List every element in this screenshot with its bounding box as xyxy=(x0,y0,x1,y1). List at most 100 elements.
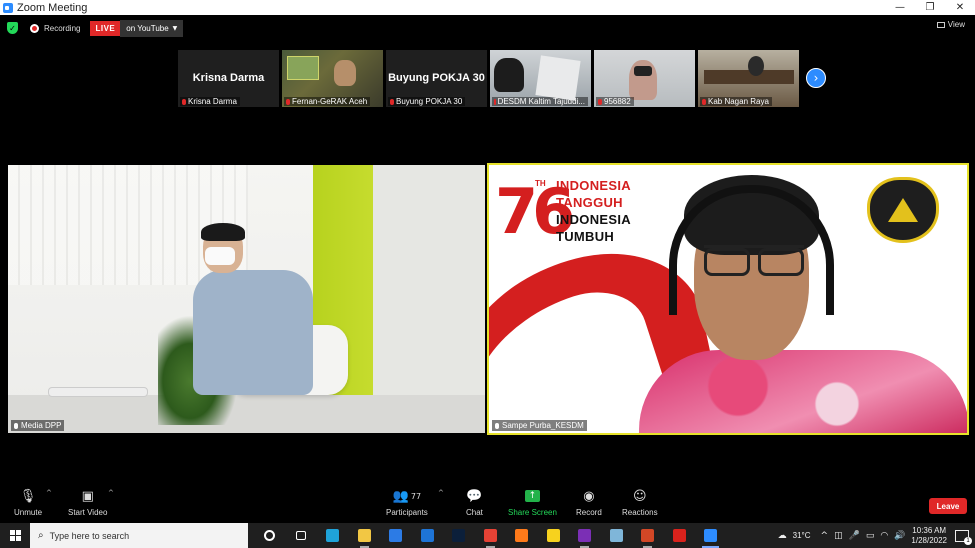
notification-center-icon[interactable]: 1 xyxy=(955,529,972,545)
slogan-line-3: INDONESIA xyxy=(556,212,631,227)
participant-name: 956882 xyxy=(604,97,631,106)
volume-icon[interactable]: 🔊 xyxy=(894,531,905,541)
share-screen-button[interactable]: ↑ Share Screen xyxy=(508,487,557,517)
powerpoint-taskbar-button[interactable] xyxy=(632,523,664,548)
participant-thumbnail[interactable]: DESDM Kaltim Tajuddi... xyxy=(490,50,591,107)
close-button[interactable]: ✕ xyxy=(945,0,975,15)
participants-icon: 👥 77 xyxy=(392,488,422,504)
leave-button[interactable]: Leave xyxy=(929,498,967,514)
file-explorer-icon xyxy=(357,529,371,542)
system-tray: ☁ 31°C ^ ◫ 🎤 ▭ ◠ 🔊 10:36 AM 1/28/2022 1 xyxy=(778,523,975,548)
next-page-arrow-icon[interactable]: › xyxy=(806,68,826,88)
temperature[interactable]: 31°C xyxy=(793,531,811,540)
sticky-notes-icon xyxy=(546,529,560,542)
glasses xyxy=(704,245,804,276)
youtube-stream-dropdown[interactable]: on YouTube ▼ xyxy=(120,19,184,37)
ministry-emblem-icon xyxy=(867,177,939,243)
sticky-notes-taskbar-button[interactable] xyxy=(538,523,570,548)
video-tile-media-dpp[interactable]: Media DPP xyxy=(8,165,485,433)
view-button[interactable]: View xyxy=(936,20,965,29)
edge-icon xyxy=(326,529,340,542)
video-tile-active-speaker[interactable]: 76 TH INDONESIA TANGGUH INDONESIA TUMBUH… xyxy=(487,163,969,435)
battery-icon[interactable]: ▭ xyxy=(866,531,875,541)
wifi-icon[interactable]: ◠ xyxy=(880,531,888,541)
taskbar-search-box[interactable]: ⌕ Type here to search xyxy=(30,523,248,548)
muted-mic-icon xyxy=(495,422,499,429)
meeting-toolbar: 🎙 Unmute ^ ▣ Start Video ^ 👥 77 Participa… xyxy=(0,487,975,523)
slogan-line-2: TANGGUH xyxy=(556,195,623,210)
youtube-label: on YouTube xyxy=(126,23,169,33)
reactions-button[interactable]: ☺ Reactions xyxy=(622,487,658,518)
video-off-icon: ▣ xyxy=(81,488,94,504)
audio-options-caret-icon[interactable]: ^ xyxy=(46,489,52,497)
participants-label: Participants xyxy=(386,508,428,517)
cortana-taskbar-button[interactable] xyxy=(254,523,286,548)
muted-microphone-icon: 🎙 xyxy=(19,488,37,504)
store-taskbar-button[interactable] xyxy=(380,523,412,548)
microphone-icon[interactable]: 🎤 xyxy=(849,531,860,541)
chat-button[interactable]: 💬 Chat xyxy=(466,487,483,518)
participants-count: 77 xyxy=(410,491,422,501)
participant-label: Krisna Darma xyxy=(180,97,240,106)
acrobat-taskbar-button[interactable] xyxy=(664,523,696,548)
participant-thumbnail[interactable]: Kab Nagan Raya xyxy=(698,50,799,107)
participants-button[interactable]: 👥 77 Participants xyxy=(386,487,428,518)
edge-taskbar-button[interactable] xyxy=(317,523,349,548)
participant-name: Krisna Darma xyxy=(188,97,237,106)
file-explorer-taskbar-button[interactable] xyxy=(349,523,381,548)
onenote-icon xyxy=(578,529,592,542)
photoshop-taskbar-button[interactable] xyxy=(443,523,475,548)
video-person-hair xyxy=(201,223,245,241)
participant-thumbnail[interactable]: Fernan-GeRAK Aceh xyxy=(282,50,383,107)
video-floor xyxy=(8,395,485,433)
unmute-button[interactable]: 🎙 Unmute xyxy=(14,487,43,518)
zoom-icon xyxy=(704,529,718,542)
zoom-window: Zoom Meeting — ❐ ✕ ✓ Recording LIVE on Y… xyxy=(0,0,975,548)
cortana-icon xyxy=(264,530,276,541)
security-shield-icon[interactable]: ✓ xyxy=(7,22,18,34)
notepad-taskbar-button[interactable] xyxy=(601,523,633,548)
clock-date: 1/28/2022 xyxy=(911,535,947,545)
participant-thumbnail[interactable]: 956882 xyxy=(594,50,695,107)
mail-taskbar-button[interactable] xyxy=(412,523,444,548)
window-title: Zoom Meeting xyxy=(17,1,88,14)
chrome-taskbar-button[interactable] xyxy=(475,523,507,548)
video-participant-name: Media DPP xyxy=(21,421,62,430)
taskbar-apps xyxy=(254,523,727,548)
participant-thumbnail[interactable]: Krisna Darma Krisna Darma xyxy=(178,50,279,107)
unmute-label: Unmute xyxy=(14,508,43,517)
minimize-button[interactable]: — xyxy=(885,0,915,15)
video-participant-name: Sampe Purba_KESDM xyxy=(502,421,584,430)
start-video-button[interactable]: ▣ Start Video xyxy=(68,487,108,518)
firefox-icon xyxy=(515,529,529,542)
share-screen-icon: ↑ xyxy=(524,490,540,502)
participant-thumbnail-strip: Krisna Darma Krisna Darma Fernan-GeRAK A… xyxy=(178,50,799,107)
anniversary-slogan: INDONESIA TANGGUH INDONESIA TUMBUH xyxy=(556,177,631,245)
meeting-top-bar: ✓ Recording LIVE on YouTube ▼ View xyxy=(0,15,975,41)
video-right-wall xyxy=(373,165,485,433)
recording-label[interactable]: Recording xyxy=(44,24,80,33)
slogan-line-4: TUMBUH xyxy=(556,229,615,244)
store-icon xyxy=(389,529,403,542)
restore-button[interactable]: ❐ xyxy=(915,0,945,15)
participant-thumbnail[interactable]: Buyung POKJA 30 Buyung POKJA 30 xyxy=(386,50,487,107)
show-hidden-icons-chevron-icon[interactable]: ^ xyxy=(821,531,829,541)
firefox-taskbar-button[interactable] xyxy=(506,523,538,548)
video-options-caret-icon[interactable]: ^ xyxy=(108,489,114,497)
taskbar-clock[interactable]: 10:36 AM 1/28/2022 xyxy=(911,526,947,546)
slogan-line-1: INDONESIA xyxy=(556,178,631,193)
onenote-taskbar-button[interactable] xyxy=(569,523,601,548)
participant-label: Fernan-GeRAK Aceh xyxy=(284,97,371,106)
meet-now-icon[interactable]: ◫ xyxy=(834,531,843,541)
notepad-icon xyxy=(609,529,623,542)
record-button[interactable]: ◉ Record xyxy=(576,487,602,518)
chat-label: Chat xyxy=(466,508,483,517)
weather-cloud-icon[interactable]: ☁ xyxy=(778,531,787,541)
record-label: Record xyxy=(576,508,602,517)
start-video-label: Start Video xyxy=(68,508,108,517)
participants-options-caret-icon[interactable]: ^ xyxy=(438,489,444,497)
zoom-taskbar-button[interactable] xyxy=(695,523,727,548)
task-view-taskbar-button[interactable] xyxy=(286,523,318,548)
muted-mic-icon xyxy=(390,98,394,105)
start-button[interactable] xyxy=(0,523,30,548)
